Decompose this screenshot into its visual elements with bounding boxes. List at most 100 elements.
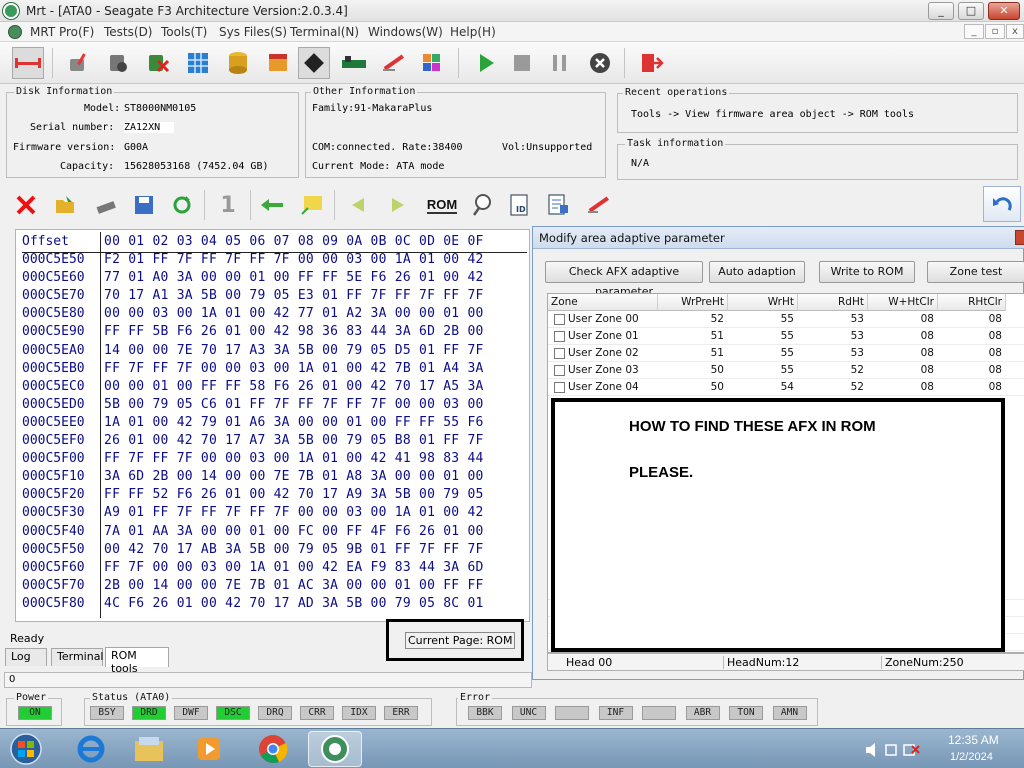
tab-rom-tools[interactable]: ROM tools	[105, 647, 169, 675]
menu-windows[interactable]: Windows(W)	[368, 25, 443, 39]
plug-icon[interactable]	[12, 47, 44, 79]
hex-row[interactable]: 000C5F30 A9 01 FF 7F FF 7F FF 7F 00 00 03…	[16, 505, 531, 523]
menu-sys-files[interactable]: Sys Files(S)	[219, 25, 287, 39]
undo-icon[interactable]	[983, 186, 1021, 222]
delete-icon[interactable]	[10, 189, 42, 221]
disk-x-icon[interactable]	[142, 47, 174, 79]
search-icon[interactable]	[466, 189, 498, 221]
dialog-close-button[interactable]	[1015, 230, 1024, 245]
row-checkbox[interactable]	[554, 331, 565, 342]
tab-log[interactable]: Log	[5, 648, 47, 666]
play-icon[interactable]	[470, 47, 502, 79]
hex-row[interactable]: 000C5ED0 5B 00 79 05 C6 01 FF 7F FF 7F FF…	[16, 397, 531, 415]
mdi-restore-button[interactable]: ▫	[985, 24, 1005, 39]
hex-row[interactable]: 000C5F60 FF 7F 00 00 03 00 1A 01 00 42 EA…	[16, 560, 531, 578]
check-afx-button[interactable]: Check AFX adaptive parameter	[545, 261, 703, 298]
hex-row-bytes[interactable]: 7A 01 AA 3A 00 00 01 00 FC 00 FF 4F F6 2…	[104, 524, 484, 539]
hex-row-bytes[interactable]: A9 01 FF 7F FF 7F FF 7F 00 00 03 00 1A 0…	[104, 505, 484, 520]
board-icon[interactable]	[338, 47, 370, 79]
refresh-icon[interactable]	[166, 189, 198, 221]
mdi-minimize-button[interactable]: _	[964, 24, 984, 39]
hex-row-bytes[interactable]: 14 00 00 7E 70 17 A3 3A 5B 00 79 05 D5 0…	[104, 343, 484, 358]
disk-gear-icon[interactable]	[102, 47, 134, 79]
hex-row[interactable]: 000C5F70 2B 00 14 00 00 7E 7B 01 AC 3A 00…	[16, 578, 531, 596]
column-whtclr[interactable]: W+HtClr	[868, 294, 938, 311]
hex-row[interactable]: 000C5F10 3A 6D 2B 00 14 00 00 7E 7B 01 A8…	[16, 469, 531, 487]
write-to-rom-button[interactable]: Write to ROM	[819, 261, 915, 283]
hex-row[interactable]: 000C5F20 FF FF 52 F6 26 01 00 42 70 17 A9…	[16, 487, 531, 505]
write-pen-icon[interactable]	[582, 189, 614, 221]
row-checkbox[interactable]	[554, 314, 565, 325]
hex-row[interactable]: 000C5EE0 1A 01 00 42 79 01 A6 3A 00 00 01…	[16, 415, 531, 433]
pen-icon[interactable]	[378, 47, 410, 79]
column-rdht[interactable]: RdHt	[798, 294, 868, 311]
hex-row-bytes[interactable]: 1A 01 00 42 79 01 A6 3A 00 00 01 00 FF F…	[104, 415, 484, 430]
hex-row-bytes[interactable]: 2B 00 14 00 00 7E 7B 01 AC 3A 00 00 01 0…	[104, 578, 484, 593]
back-arrow-icon[interactable]	[256, 189, 288, 221]
column-wrht[interactable]: WrHt	[728, 294, 798, 311]
hex-row[interactable]: 000C5EF0 26 01 00 42 70 17 A7 3A 5B 00 79…	[16, 433, 531, 451]
column-zone[interactable]: Zone	[548, 294, 658, 311]
hex-row-bytes[interactable]: FF 7F FF 7F 00 00 03 00 1A 01 00 42 41 9…	[104, 451, 484, 466]
auto-adaption-button[interactable]: Auto adaption	[709, 261, 805, 283]
hex-row-bytes[interactable]: F2 01 FF 7F FF 7F FF 7F 00 00 03 00 1A 0…	[104, 252, 484, 267]
hex-editor[interactable]: Offset 00 01 02 03 04 05 06 07 08 09 0A …	[15, 229, 530, 622]
hex-row[interactable]: 000C5F40 7A 01 AA 3A 00 00 01 00 FC 00 FF…	[16, 524, 531, 542]
table-row[interactable]: User Zone 00 52 55 53 08 08	[548, 311, 1024, 328]
row-checkbox[interactable]	[554, 348, 565, 359]
document-edit-icon[interactable]	[542, 189, 574, 221]
table-row[interactable]: User Zone 01 51 55 53 08 08	[548, 328, 1024, 345]
chip-icon[interactable]	[298, 47, 330, 79]
menu-mrt-pro[interactable]: MRT Pro(F)	[30, 25, 94, 39]
hex-row-bytes[interactable]: FF 7F FF 7F 00 00 03 00 1A 01 00 42 7B 0…	[104, 361, 484, 376]
menu-terminal[interactable]: Terminal(N)	[290, 25, 359, 39]
table-row[interactable]: User Zone 03 50 55 52 08 08	[548, 362, 1024, 379]
prev-page-icon[interactable]	[342, 189, 374, 221]
start-orb-icon[interactable]	[2, 731, 50, 767]
clock-time[interactable]: 12:35 AM	[948, 733, 999, 747]
maximize-button[interactable]: □	[958, 2, 984, 20]
media-icon[interactable]	[182, 731, 236, 767]
hex-row-bytes[interactable]: 00 00 01 00 FF FF 58 F6 26 01 00 42 70 1…	[104, 379, 484, 394]
tab-terminal[interactable]: Terminal	[51, 648, 104, 666]
hex-row-bytes[interactable]: FF 7F 00 00 03 00 1A 01 00 42 EA F9 83 4…	[104, 560, 484, 575]
minimize-button[interactable]: _	[928, 2, 954, 20]
stop-icon[interactable]	[506, 47, 538, 79]
package-icon[interactable]	[262, 47, 294, 79]
mdi-close-button[interactable]: x	[1006, 24, 1024, 39]
hex-row[interactable]: 000C5E70 70 17 A1 3A 5B 00 79 05 E3 01 FF…	[16, 288, 531, 306]
cancel-icon[interactable]	[584, 47, 616, 79]
hex-row[interactable]: 000C5F00 FF 7F FF 7F 00 00 03 00 1A 01 00…	[16, 451, 531, 469]
next-page-icon[interactable]	[382, 189, 414, 221]
hex-row-bytes[interactable]: 3A 6D 2B 00 14 00 00 7E 7B 01 A8 3A 00 0…	[104, 469, 484, 484]
hex-row[interactable]: 000C5E60 77 01 A0 3A 00 00 01 00 FF FF 5E…	[16, 270, 531, 288]
open-folder-icon[interactable]	[50, 189, 82, 221]
hex-row[interactable]: 000C5EB0 FF 7F FF 7F 00 00 03 00 1A 01 00…	[16, 361, 531, 379]
close-button[interactable]: ✕	[988, 2, 1020, 20]
pause-icon[interactable]	[544, 47, 576, 79]
menu-help[interactable]: Help(H)	[450, 25, 496, 39]
hex-row[interactable]: 000C5E50 F2 01 FF 7F FF 7F FF 7F 00 00 03…	[16, 252, 531, 270]
grid-icon[interactable]	[182, 47, 214, 79]
hex-row-bytes[interactable]: FF FF 52 F6 26 01 00 42 70 17 A9 3A 5B 0…	[104, 487, 484, 502]
hex-row-bytes[interactable]: 5B 00 79 05 C6 01 FF 7F FF 7F FF 7F 00 0…	[104, 397, 484, 412]
clock-date[interactable]: 1/2/2024	[950, 751, 993, 763]
hex-row[interactable]: 000C5F80 4C F6 26 01 00 42 70 17 AD 3A 5B…	[16, 596, 531, 614]
explorer-icon[interactable]	[122, 731, 176, 767]
note-icon[interactable]	[296, 189, 328, 221]
row-checkbox[interactable]	[554, 382, 565, 393]
hex-row-bytes[interactable]: 26 01 00 42 70 17 A7 3A 5B 00 79 05 B8 0…	[104, 433, 484, 448]
save-icon[interactable]	[128, 189, 160, 221]
hex-row[interactable]: 000C5F50 00 42 70 17 AB 3A 5B 00 79 05 9B…	[16, 542, 531, 560]
menu-tools[interactable]: Tools(T)	[161, 25, 207, 39]
column-rhtclr[interactable]: RHtClr	[938, 294, 1006, 311]
table-row[interactable]: User Zone 02 51 55 53 08 08	[548, 345, 1024, 362]
id-card-icon[interactable]: ID	[504, 189, 536, 221]
row-checkbox[interactable]	[554, 365, 565, 376]
cube-icon[interactable]	[416, 47, 448, 79]
hex-row-bytes[interactable]: 00 00 03 00 1A 01 00 42 77 01 A2 3A 00 0…	[104, 306, 484, 321]
hex-row-bytes[interactable]: 70 17 A1 3A 5B 00 79 05 E3 01 FF 7F FF 7…	[104, 288, 484, 303]
exit-icon[interactable]	[636, 47, 668, 79]
hex-row[interactable]: 000C5EC0 00 00 01 00 FF FF 58 F6 26 01 00…	[16, 379, 531, 397]
page-one-button[interactable]: 1	[212, 189, 244, 221]
